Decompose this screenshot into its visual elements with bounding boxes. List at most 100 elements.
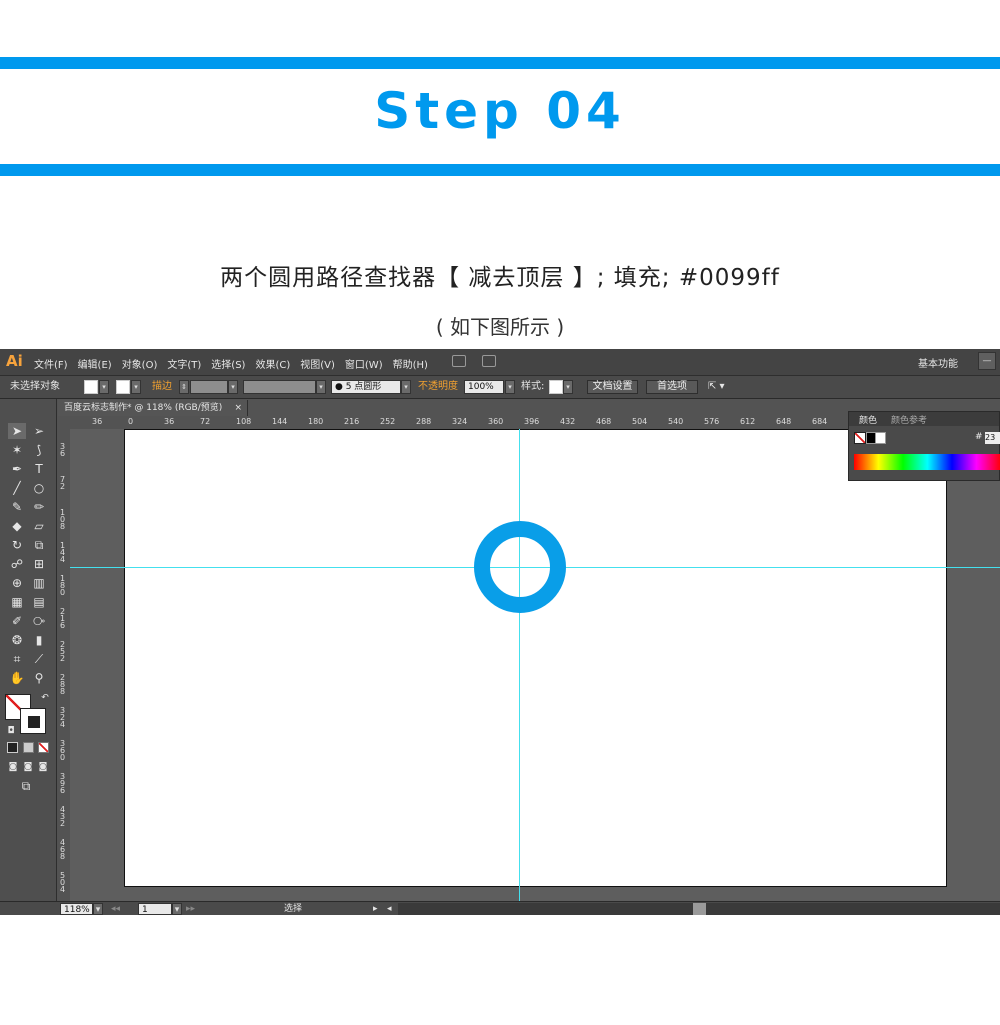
blend-tool-icon[interactable]: ⧂ — [30, 613, 48, 629]
stroke-weight-field[interactable] — [190, 380, 228, 394]
artboard[interactable] — [124, 429, 947, 887]
eyedropper-tool-icon[interactable]: ✐ — [8, 613, 26, 629]
menu-select[interactable]: 选择(S) — [211, 356, 245, 371]
artboard-tool-icon[interactable]: ⌗ — [8, 651, 26, 667]
panel-menu-icon[interactable]: ⇱ ▾ — [708, 380, 725, 394]
color-mode-icon[interactable] — [7, 742, 18, 753]
last-artboard-icon[interactable]: ▸▸ — [186, 903, 195, 915]
hex-field[interactable]: 23 — [985, 432, 1000, 444]
panel-white-swatch[interactable] — [875, 432, 886, 444]
canvas-area[interactable] — [70, 429, 1000, 901]
status-tool-label[interactable]: 选择 — [284, 903, 302, 915]
menu-effect[interactable]: 效果(C) — [255, 356, 290, 371]
illustrator-window: Ai 文件(F) 编辑(E) 对象(O) 文字(T) 选择(S) 效果(C) 视… — [0, 349, 1000, 915]
fill-dropdown[interactable]: ▾ — [99, 380, 109, 394]
lasso-tool-icon[interactable]: ⟆ — [30, 442, 48, 458]
magic-wand-tool-icon[interactable]: ✶ — [8, 442, 26, 458]
zoom-field[interactable]: 118% — [60, 903, 93, 915]
screen-mode-icon[interactable]: ⧉ — [17, 778, 35, 794]
ruler-h-tick: 144 — [272, 417, 288, 426]
color-spectrum[interactable] — [854, 454, 1000, 470]
ruler-v-tick: 432 — [60, 805, 66, 828]
ruler-h-tick: 36 — [164, 417, 175, 426]
stroke-weight-stepper[interactable]: ⇕ — [179, 380, 189, 394]
minimize-icon[interactable]: — — [978, 352, 996, 370]
opacity-dropdown[interactable]: ▾ — [505, 380, 515, 394]
free-transform-tool-icon[interactable]: ⊞ — [30, 556, 48, 572]
status-menu-icon[interactable]: ▸ — [373, 903, 378, 915]
gradient-tool-icon[interactable]: ▤ — [30, 594, 48, 610]
line-tool-icon[interactable]: ╱ — [8, 480, 26, 496]
vertical-guide[interactable] — [519, 429, 520, 901]
opacity-label[interactable]: 不透明度 — [418, 380, 458, 394]
column-graph-tool-icon[interactable]: ▮ — [30, 632, 48, 648]
none-mode-icon[interactable] — [38, 742, 49, 753]
tab-color[interactable]: 颜色 — [859, 413, 877, 426]
document-tab[interactable]: 百度云标志制作* @ 118% (RGB/预览) × — [58, 400, 248, 416]
menu-object[interactable]: 对象(O) — [122, 356, 158, 371]
stroke-color-icon[interactable] — [20, 708, 46, 734]
panel-fill-swatch[interactable] — [854, 432, 866, 444]
pencil-tool-icon[interactable]: ✏ — [30, 499, 48, 515]
brush-dropdown[interactable]: ▾ — [401, 380, 411, 394]
menu-file[interactable]: 文件(F) — [34, 356, 68, 371]
default-colors-icon[interactable]: ◘ — [2, 723, 20, 739]
opacity-field[interactable]: 100% — [464, 380, 504, 394]
paintbrush-tool-icon[interactable]: ✎ — [8, 499, 26, 515]
variable-width-dropdown[interactable]: ▾ — [316, 380, 326, 394]
control-bar: 未选择对象 ▾ ▾ 描边 ⇕ ▾ ▾ ● 5 点圆形 ▾ 不透明度 100% ▾… — [0, 376, 1000, 399]
pen-tool-icon[interactable]: ✒ — [8, 461, 26, 477]
rotate-tool-icon[interactable]: ↻ — [8, 537, 26, 553]
artboard-number-field[interactable]: 1 — [138, 903, 172, 915]
ruler-h-tick: 108 — [236, 417, 252, 426]
bridge-icon[interactable] — [452, 355, 466, 367]
graph-tool-icon[interactable]: ▥ — [30, 575, 48, 591]
swap-colors-icon[interactable]: ↶ — [36, 690, 54, 706]
hand-tool-icon[interactable]: ✋ — [8, 670, 26, 686]
brush-definition-field[interactable]: ● 5 点圆形 — [331, 380, 401, 394]
stroke-dropdown[interactable]: ▾ — [131, 380, 141, 394]
style-swatch[interactable] — [549, 380, 563, 394]
menu-window[interactable]: 窗口(W) — [345, 356, 383, 371]
menu-view[interactable]: 视图(V) — [300, 356, 335, 371]
fill-swatch[interactable] — [84, 380, 98, 394]
ruler-h-tick: 612 — [740, 417, 756, 426]
variable-width-field[interactable] — [243, 380, 316, 394]
scale-tool-icon[interactable]: ⧉ — [30, 537, 48, 553]
zoom-tool-icon[interactable]: ⚲ — [30, 670, 48, 686]
mesh-tool-icon[interactable]: ▦ — [8, 594, 26, 610]
ellipse-tool-icon[interactable]: ○ — [30, 480, 48, 496]
menu-type[interactable]: 文字(T) — [167, 356, 201, 371]
menu-list: 文件(F) 编辑(E) 对象(O) 文字(T) 选择(S) 效果(C) 视图(V… — [34, 356, 428, 371]
type-tool-icon[interactable]: T — [30, 461, 48, 477]
close-tab-icon[interactable]: × — [234, 400, 242, 416]
stroke-weight-dropdown[interactable]: ▾ — [228, 380, 238, 394]
first-artboard-icon[interactable]: ◂◂ — [111, 903, 120, 915]
direct-selection-tool-icon[interactable]: ➢ — [30, 423, 48, 439]
preferences-button[interactable]: 首选项 — [646, 380, 698, 394]
shape-builder-tool-icon[interactable]: ⊕ — [8, 575, 26, 591]
ruler-h-tick: 540 — [668, 417, 684, 426]
style-dropdown[interactable]: ▾ — [563, 380, 573, 394]
ring-shape[interactable] — [474, 521, 566, 613]
zoom-dropdown[interactable]: ▾ — [93, 903, 103, 915]
eraser-tool-icon[interactable]: ▱ — [30, 518, 48, 534]
stroke-swatch[interactable] — [116, 380, 130, 394]
menu-help[interactable]: 帮助(H) — [393, 356, 428, 371]
document-setup-button[interactable]: 文档设置 — [587, 380, 638, 394]
artboard-dropdown[interactable]: ▾ — [172, 903, 182, 915]
arrange-documents-icon[interactable] — [482, 355, 496, 367]
workspace-switcher[interactable]: 基本功能 — [918, 355, 958, 370]
slice-tool-icon[interactable]: ⟋ — [30, 651, 48, 667]
blob-brush-tool-icon[interactable]: ◆ — [8, 518, 26, 534]
draw-inside-icon[interactable]: ◙ — [34, 759, 52, 775]
scroll-left-icon[interactable]: ◂ — [387, 903, 392, 915]
warp-tool-icon[interactable]: ☍ — [8, 556, 26, 572]
scrollbar-thumb[interactable] — [693, 903, 706, 915]
gradient-mode-icon[interactable] — [23, 742, 34, 753]
selection-tool-icon[interactable]: ➤ — [8, 423, 26, 439]
symbol-sprayer-tool-icon[interactable]: ❂ — [8, 632, 26, 648]
menu-edit[interactable]: 编辑(E) — [78, 356, 112, 371]
stroke-label[interactable]: 描边 — [152, 380, 172, 394]
tab-color-guide[interactable]: 颜色参考 — [891, 413, 927, 426]
